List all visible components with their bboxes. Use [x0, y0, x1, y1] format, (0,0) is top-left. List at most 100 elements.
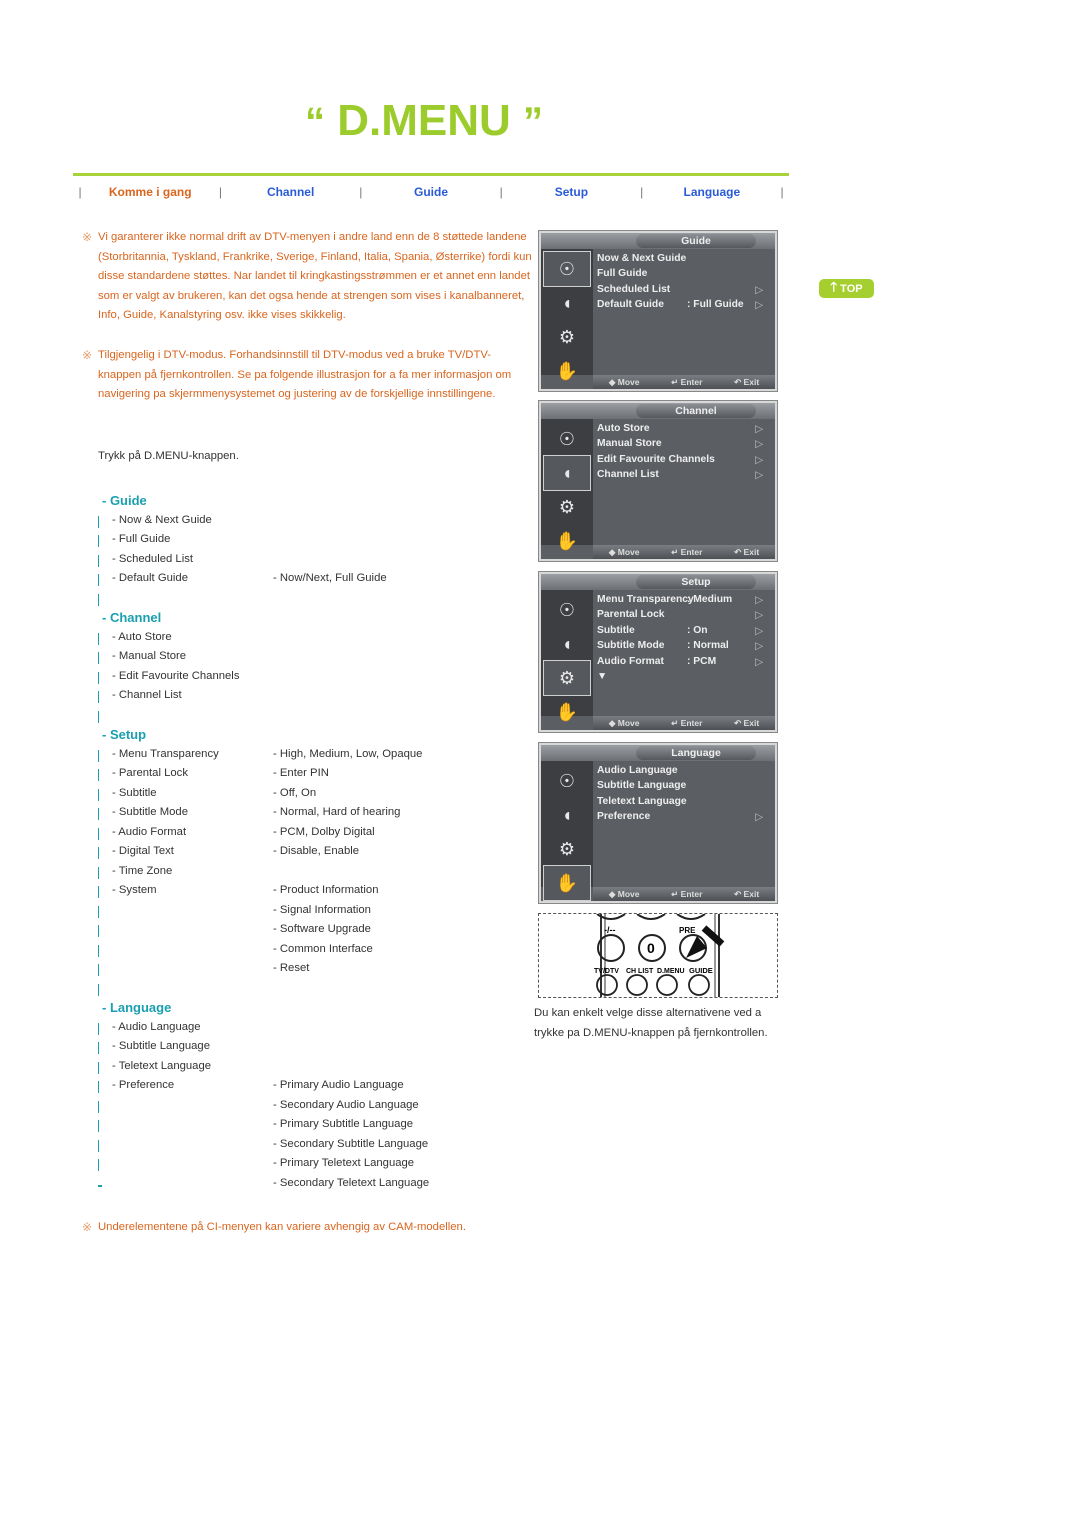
nav-separator: | — [499, 185, 503, 199]
enter-hint: ↵ Enter — [671, 376, 703, 387]
tab-setup[interactable]: Setup — [508, 185, 634, 199]
menu-item-label: - Auto Store — [112, 630, 172, 643]
tv-menu-footer: ◆ Move ↵ Enter ↶ Exit — [593, 375, 775, 389]
tree-line — [98, 944, 99, 957]
channel-icon: ◖ — [561, 292, 573, 313]
tv-menu-item: Menu Transparency: Medium ▷ — [597, 594, 767, 609]
menu-item-options: - Primary Audio Language — [273, 1079, 404, 1091]
tree-line — [98, 866, 99, 879]
menu-item-label: - Subtitle Language — [112, 1040, 210, 1052]
tv-menu-sidebar: ☉ ◖ ⚙ ✋ — [541, 249, 593, 381]
menu-item-options: - Common Interface — [273, 942, 373, 955]
tv-menu-header: Guide — [541, 233, 775, 249]
tv-menu-item: Teletext Language — [597, 796, 767, 811]
tv-menu-item-value: : PCM — [687, 655, 717, 667]
tv-menu-item-label: Audio Language — [597, 765, 678, 776]
tv-menu-item: Audio Language — [597, 765, 767, 780]
menu-item-label: - Subtitle Mode — [112, 806, 188, 818]
title-divider — [73, 173, 789, 176]
submenu-arrow-icon: ▷ — [755, 812, 763, 824]
back-to-top-button[interactable]: 🡑 TOP — [819, 279, 874, 298]
tab-komme-i-gang[interactable]: Komme i gang — [87, 185, 213, 199]
tree-line — [98, 1184, 102, 1187]
tv-menu-footer: ◆ Move ↵ Enter ↶ Exit — [593, 545, 775, 559]
note-ci-menu: ※ Underelementene på CI-menyen kan varie… — [82, 1218, 582, 1238]
language-icon: ✋ — [555, 530, 579, 551]
open-quote: “ — [305, 100, 325, 144]
tree-line — [98, 1042, 99, 1054]
menu-item-label: - Menu Transparency — [112, 747, 219, 760]
tab-language[interactable]: Language — [649, 185, 775, 199]
note-text: Underelementene på CI-menyen kan variere… — [98, 1221, 466, 1233]
tv-menu-item-label: ▼ — [597, 670, 608, 682]
title-text: D.MENU — [337, 96, 511, 145]
tv-menu-item-label: Scheduled List — [597, 283, 671, 295]
tv-menu-header: Channel — [541, 403, 775, 419]
tv-menu-item-label: Subtitle Language — [597, 780, 687, 792]
submenu-arrow-icon: ▷ — [755, 300, 763, 312]
menu-item-label: - Edit Favourite Channels — [112, 669, 240, 682]
tv-menu-screen: Channel ☉ ◖ ⚙ ✋ Auto Store ▷ Manual Store ▷ Edit … — [541, 403, 775, 559]
submenu-arrow-icon: ▷ — [755, 610, 763, 622]
tv-menu-item-label: Parental Lock — [597, 609, 665, 621]
tv-menu-item: Channel List ▷ — [597, 469, 767, 484]
tv-menu-header: Setup — [541, 574, 775, 590]
tab-guide[interactable]: Guide — [368, 185, 494, 199]
tv-menu-sidebar: ☉ ◖ ⚙ ✋ — [541, 419, 593, 551]
setup-icon: ⚙ — [558, 326, 576, 347]
tree-line — [98, 574, 99, 586]
nav-separator: | — [218, 185, 222, 199]
submenu-arrow-icon: ▷ — [755, 595, 763, 606]
menu-item-options: - PCM, Dolby Digital — [273, 825, 375, 838]
submenu-arrow-icon: ▷ — [755, 625, 763, 637]
tv-menu-item-value: : On — [687, 624, 708, 636]
menu-item-label: - Parental Lock — [112, 767, 188, 779]
tv-menu-item-label: Edit Favourite Channels — [597, 453, 715, 465]
setup-icon: ⚙ — [558, 838, 576, 859]
tree-line — [98, 808, 99, 820]
tv-menu-item-value: : Medium — [687, 594, 733, 605]
tv-menu-item: Manual Store ▷ — [597, 438, 767, 453]
tree-line — [98, 925, 99, 937]
menu-item-options: - Normal, Hard of hearing — [273, 806, 401, 818]
tv-menu-item-label: Menu Transparency — [597, 594, 694, 605]
tv-menu-item: Subtitle Mode: Normal ▷ — [597, 640, 767, 655]
tv-menu-item: Edit Favourite Channels ▷ — [597, 454, 767, 469]
tv-menu-item-label: Now & Next Guide — [597, 253, 687, 264]
menu-item-label: - Full Guide — [112, 533, 171, 545]
menu-item-options: - Off, On — [273, 786, 317, 799]
tree-line — [98, 847, 99, 859]
tree-line — [98, 905, 99, 918]
tv-menu-item: Audio Format: PCM ▷ — [597, 656, 767, 671]
menu-item-options: - Secondary Teletext Language — [273, 1176, 430, 1189]
tv-menu-item-label: Manual Store — [597, 438, 662, 450]
menu-item-options: - High, Medium, Low, Opaque — [273, 747, 423, 760]
tv-menu-items: Audio Language Subtitle Language Teletext … — [597, 765, 767, 827]
section-heading-channel: - Channel — [102, 610, 162, 625]
enter-hint: ↵ Enter — [671, 888, 703, 899]
menu-item-options: - Enter PIN — [273, 767, 329, 779]
tv-menu-items: Menu Transparency: Medium ▷ Parental Lock ▷… — [597, 594, 767, 686]
section-heading-guide: - Guide — [102, 493, 147, 508]
key-label-dash: -/-- — [604, 925, 616, 935]
tree-line — [98, 886, 99, 898]
tv-menu-item-label: Preference — [597, 811, 651, 823]
tv-menu-item-label: Subtitle — [597, 624, 635, 636]
tree-line — [98, 515, 99, 528]
tree-line — [98, 964, 99, 976]
key-label-pre: PRE — [679, 926, 696, 935]
menu-item-label: - Manual Store — [112, 650, 187, 662]
language-icon: ✋ — [543, 865, 591, 901]
menu-item-options: - Primary Subtitle Language — [273, 1118, 414, 1130]
guide-icon: ☉ — [543, 251, 591, 287]
tab-channel[interactable]: Channel — [227, 185, 353, 199]
tv-menu-item-label: Default Guide — [597, 299, 664, 311]
arrow-up-icon: 🡑 — [830, 278, 838, 294]
menu-item-label: - Digital Text — [112, 845, 174, 857]
tv-menu-item: Now & Next Guide — [597, 253, 767, 268]
menu-item-label: - Scheduled List — [112, 552, 194, 565]
channel-icon: ◖ — [561, 804, 573, 825]
menu-item-options: - Signal Information — [273, 903, 371, 916]
move-hint: ◆ Move — [608, 376, 640, 387]
top-label: TOP — [840, 282, 863, 295]
